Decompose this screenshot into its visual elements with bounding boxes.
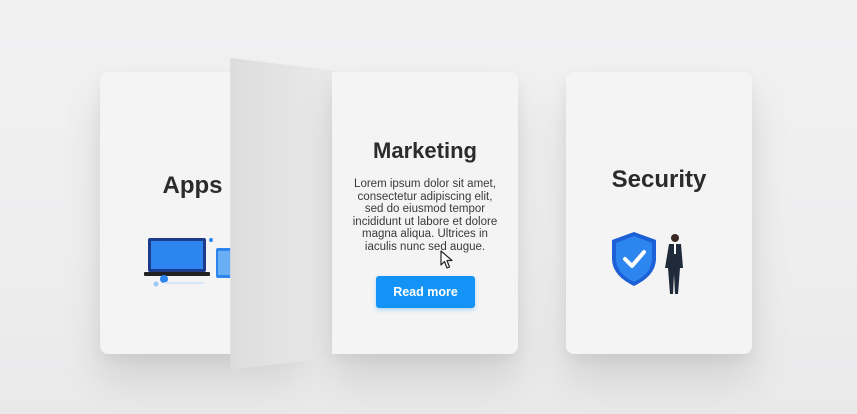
card-title: Security bbox=[611, 166, 707, 193]
card-title: Marketing bbox=[373, 138, 477, 163]
shield-check-icon bbox=[610, 230, 690, 305]
mouse-cursor-icon bbox=[440, 250, 454, 275]
card-security[interactable]: Security bbox=[566, 72, 752, 354]
card-marketing[interactable]: Marketing Lorem ipsum dolor sit amet, co… bbox=[332, 72, 518, 354]
read-more-button[interactable]: Read more bbox=[376, 276, 475, 308]
devices-illustration-icon bbox=[144, 232, 234, 299]
card-description: Lorem ipsum dolor sit amet, consectetur … bbox=[352, 178, 498, 253]
card-fold-flap bbox=[230, 58, 334, 370]
